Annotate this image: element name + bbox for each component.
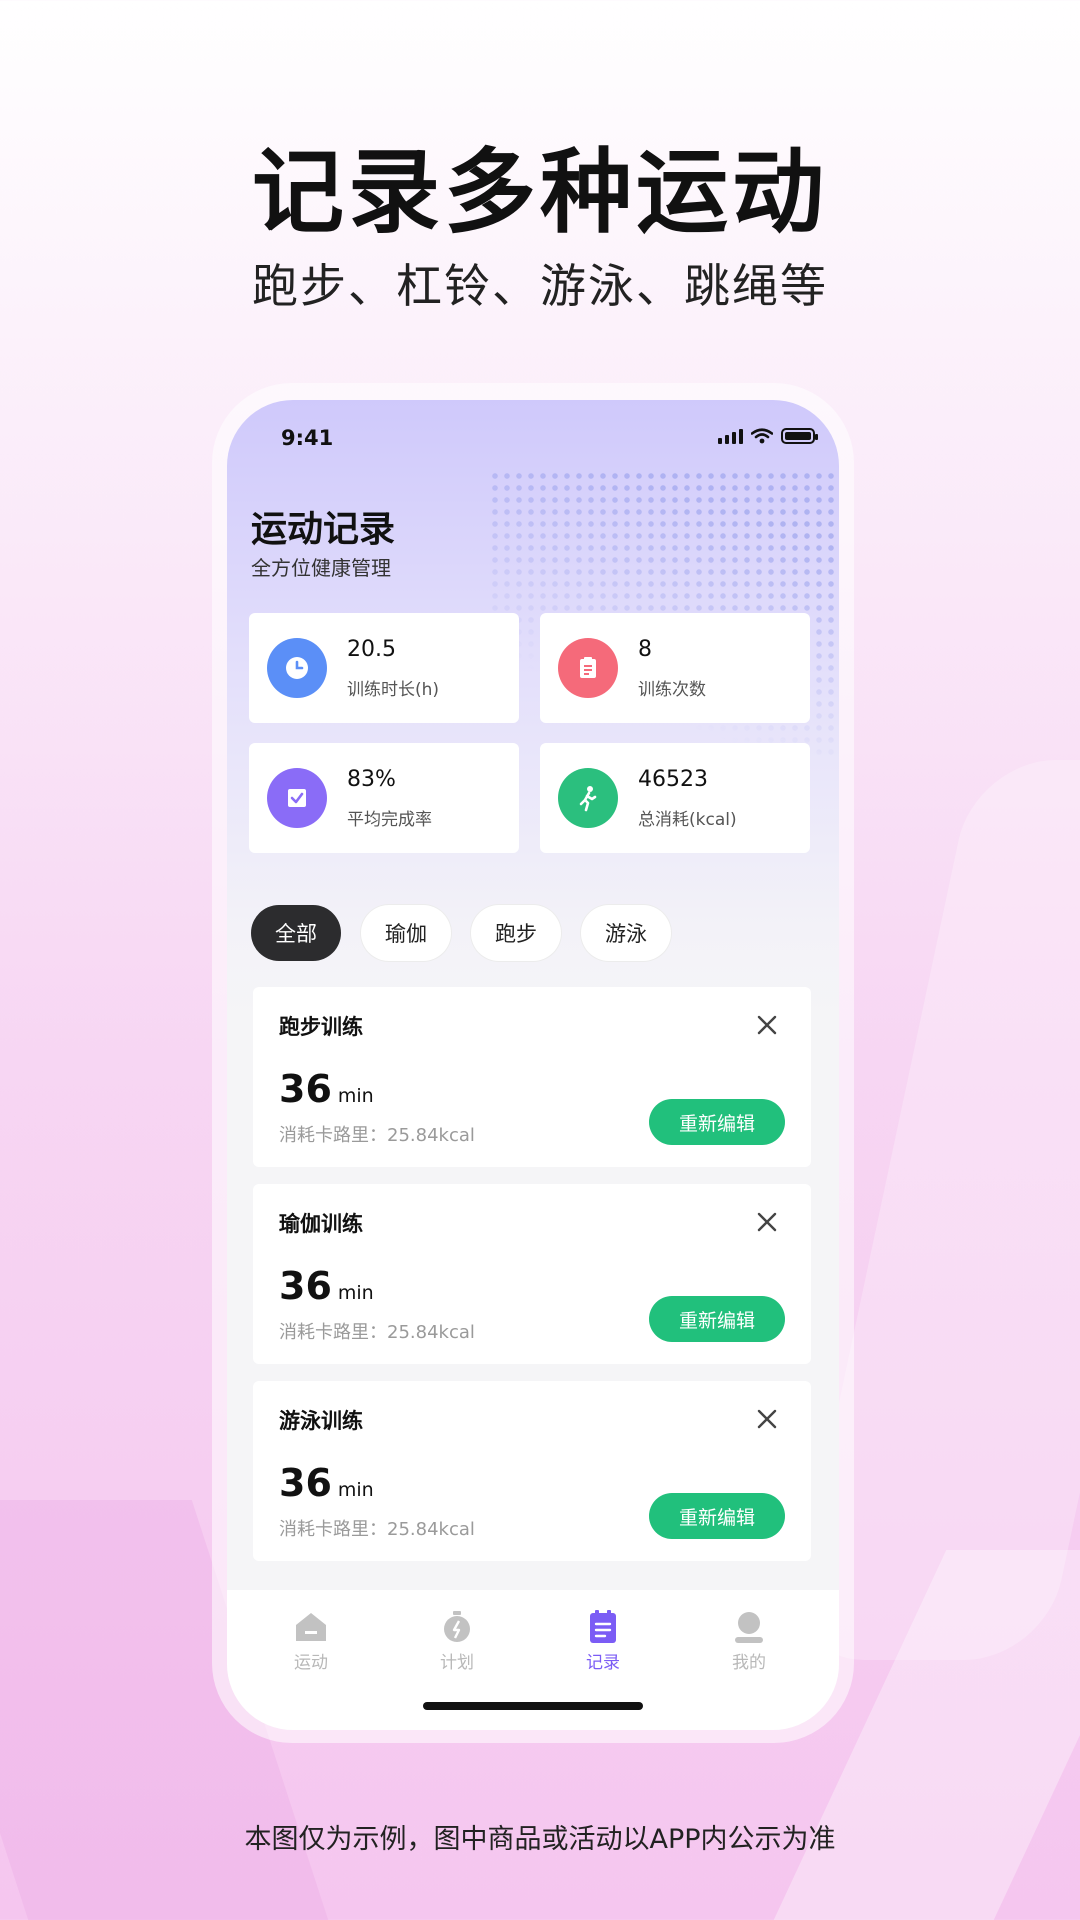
filter-chip-running[interactable]: 跑步 (471, 905, 561, 961)
promo-headline: 记录多种运动 (251, 139, 828, 246)
duration-value: 36 (279, 1461, 332, 1505)
record-calories: 消耗卡路里：25.84kcal (279, 1322, 475, 1343)
stat-label: 总消耗(kcal) (638, 810, 737, 830)
re-edit-button[interactable]: 重新编辑 (649, 1296, 785, 1342)
home-icon (296, 1613, 326, 1641)
battery-icon (781, 428, 818, 444)
stopwatch-icon (444, 1611, 470, 1642)
stat-value: 83% (347, 767, 396, 792)
phone-screen: 9:41 运动记录 全方位健康管理 20.5 训练时长(h) 8 训练次数 83… (227, 400, 839, 1730)
stat-label: 平均完成率 (347, 810, 432, 830)
wifi-icon (751, 428, 773, 444)
walking-icon (558, 768, 618, 828)
tab-record[interactable]: 记录 (553, 1610, 653, 1673)
checklist-icon (267, 768, 327, 828)
record-icon (590, 1610, 616, 1643)
home-indicator (423, 1702, 643, 1710)
tab-plan[interactable]: 计划 (407, 1610, 507, 1673)
record-duration: 36 min (279, 1264, 374, 1308)
stat-card-count[interactable]: 8 训练次数 (540, 613, 810, 723)
stat-value: 8 (638, 637, 652, 662)
tab-label: 我的 (732, 1653, 766, 1673)
filter-chip-all[interactable]: 全部 (251, 905, 341, 961)
status-time: 9:41 (281, 426, 334, 450)
clipboard-icon (558, 638, 618, 698)
filter-chip-swimming[interactable]: 游泳 (581, 905, 671, 961)
duration-value: 36 (279, 1264, 332, 1308)
record-card: 瑜伽训练 36 min 消耗卡路里：25.84kcal 重新编辑 (253, 1184, 811, 1364)
record-title: 跑步训练 (279, 1015, 363, 1039)
stat-label: 训练时长(h) (347, 680, 440, 700)
stat-label: 训练次数 (638, 680, 706, 700)
duration-unit: min (337, 1085, 374, 1107)
stat-value: 20.5 (347, 637, 396, 662)
tab-label: 记录 (586, 1653, 620, 1673)
page-title: 运动记录 (251, 509, 396, 550)
filter-chips: 全部 瑜伽 跑步 游泳 (251, 905, 671, 961)
stat-card-duration[interactable]: 20.5 训练时长(h) (249, 613, 519, 723)
duration-unit: min (337, 1479, 374, 1501)
close-icon[interactable] (753, 1011, 781, 1039)
tab-mine[interactable]: 我的 (699, 1610, 799, 1673)
stat-value: 46523 (638, 767, 708, 792)
re-edit-button[interactable]: 重新编辑 (649, 1493, 785, 1539)
record-title: 游泳训练 (279, 1409, 363, 1433)
signal-icon (718, 428, 743, 444)
record-title: 瑜伽训练 (279, 1212, 363, 1236)
record-duration: 36 min (279, 1461, 374, 1505)
record-calories: 消耗卡路里：25.84kcal (279, 1519, 475, 1540)
record-card: 跑步训练 36 min 消耗卡路里：25.84kcal 重新编辑 (253, 987, 811, 1167)
profile-icon (735, 1612, 763, 1643)
re-edit-button[interactable]: 重新编辑 (649, 1099, 785, 1145)
tab-label: 计划 (440, 1653, 474, 1673)
duration-unit: min (337, 1282, 374, 1304)
promo-subline: 跑步、杠铃、游泳、跳绳等 (252, 259, 828, 313)
tab-sport[interactable]: 运动 (261, 1610, 361, 1673)
close-icon[interactable] (753, 1405, 781, 1433)
record-calories: 消耗卡路里：25.84kcal (279, 1125, 475, 1146)
filter-chip-yoga[interactable]: 瑜伽 (361, 905, 451, 961)
page-subtitle: 全方位健康管理 (251, 556, 391, 580)
stat-card-calories[interactable]: 46523 总消耗(kcal) (540, 743, 810, 853)
status-icons (718, 428, 818, 444)
close-icon[interactable] (753, 1208, 781, 1236)
disclaimer-text: 本图仅为示例，图中商品或活动以APP内公示为准 (244, 1824, 836, 1855)
tab-label: 运动 (294, 1653, 328, 1673)
record-card: 游泳训练 36 min 消耗卡路里：25.84kcal 重新编辑 (253, 1381, 811, 1561)
stat-card-completion[interactable]: 83% 平均完成率 (249, 743, 519, 853)
clock-icon (267, 638, 327, 698)
record-duration: 36 min (279, 1067, 374, 1111)
duration-value: 36 (279, 1067, 332, 1111)
